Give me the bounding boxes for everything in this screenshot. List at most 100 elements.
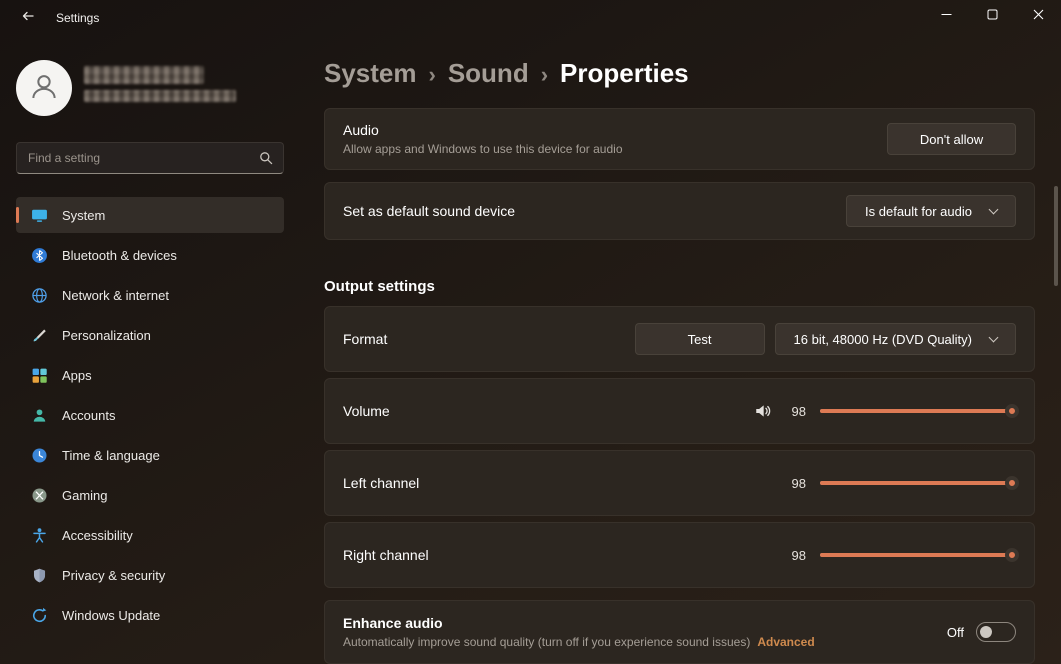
user-account-redacted: [84, 90, 236, 102]
output-settings-header: Output settings: [324, 278, 435, 295]
sidebar-item-windows-update[interactable]: Windows Update: [16, 597, 284, 633]
audio-card: Audio Allow apps and Windows to use this…: [324, 108, 1035, 170]
right-channel-card: Right channel 98: [324, 522, 1035, 588]
test-button[interactable]: Test: [635, 323, 765, 355]
minimize-button[interactable]: [923, 0, 969, 32]
xbox-icon: [30, 486, 48, 504]
page-title: Properties: [560, 58, 689, 89]
slider-thumb[interactable]: [1005, 476, 1019, 490]
audio-subtitle: Allow apps and Windows to use this devic…: [343, 142, 623, 156]
sidebar-item-accounts[interactable]: Accounts: [16, 397, 284, 433]
left-channel-value: 98: [784, 476, 806, 491]
apps-grid-icon: [30, 366, 48, 384]
default-device-dropdown[interactable]: Is default for audio: [846, 195, 1016, 227]
left-channel-title: Left channel: [343, 475, 419, 491]
user-avatar[interactable]: [16, 60, 72, 116]
sidebar-item-time-language[interactable]: Time & language: [16, 437, 284, 473]
right-channel-title: Right channel: [343, 547, 429, 563]
bluetooth-icon: [30, 246, 48, 264]
audio-title: Audio: [343, 122, 623, 138]
advanced-link[interactable]: Advanced: [757, 635, 814, 649]
clock-icon: [30, 446, 48, 464]
minimize-icon: [941, 7, 952, 25]
shield-icon: [30, 566, 48, 584]
sidebar-nav: System Bluetooth & devices Network & int…: [16, 197, 284, 637]
sidebar-item-privacy-security[interactable]: Privacy & security: [16, 557, 284, 593]
dont-allow-button[interactable]: Don't allow: [887, 123, 1016, 155]
left-channel-slider[interactable]: [820, 472, 1016, 494]
format-dropdown[interactable]: 16 bit, 48000 Hz (DVD Quality): [775, 323, 1016, 355]
search-icon[interactable]: [258, 150, 274, 171]
sidebar-item-bluetooth-devices[interactable]: Bluetooth & devices: [16, 237, 284, 273]
search-box: [16, 142, 284, 174]
format-title: Format: [343, 331, 387, 347]
sidebar-item-label: Time & language: [62, 448, 160, 463]
sidebar-item-label: Bluetooth & devices: [62, 248, 177, 263]
back-arrow-icon: [20, 8, 36, 29]
sidebar-item-label: Network & internet: [62, 288, 169, 303]
breadcrumb: System › Sound › Properties: [324, 58, 689, 89]
maximize-button[interactable]: [969, 0, 1015, 32]
slider-thumb[interactable]: [1005, 404, 1019, 418]
volume-slider[interactable]: [820, 400, 1016, 422]
user-name-redacted: [84, 66, 204, 84]
chevron-down-icon: [989, 332, 999, 342]
sidebar-item-label: Privacy & security: [62, 568, 165, 583]
sidebar-item-label: System: [62, 208, 105, 223]
right-channel-slider[interactable]: [820, 544, 1016, 566]
globe-icon: [30, 286, 48, 304]
search-input[interactable]: [17, 143, 283, 173]
settings-window: Settings: [0, 0, 1061, 664]
volume-title: Volume: [343, 403, 390, 419]
default-device-card: Set as default sound device Is default f…: [324, 182, 1035, 240]
maximize-icon: [987, 7, 998, 25]
close-button[interactable]: [1015, 0, 1061, 32]
right-channel-value: 98: [784, 548, 806, 563]
slider-track[interactable]: [820, 409, 1016, 413]
accessibility-person-icon: [30, 526, 48, 544]
format-card: Format Test 16 bit, 48000 Hz (DVD Qualit…: [324, 306, 1035, 372]
update-arrows-icon: [30, 606, 48, 624]
slider-track[interactable]: [820, 553, 1016, 557]
sidebar-item-gaming[interactable]: Gaming: [16, 477, 284, 513]
accounts-person-icon: [30, 406, 48, 424]
sidebar-item-label: Personalization: [62, 328, 151, 343]
format-value: 16 bit, 48000 Hz (DVD Quality): [794, 332, 972, 347]
default-device-title: Set as default sound device: [343, 203, 515, 219]
volume-value: 98: [784, 404, 806, 419]
sidebar-item-network-internet[interactable]: Network & internet: [16, 277, 284, 313]
breadcrumb-separator: ›: [541, 60, 548, 88]
breadcrumb-system[interactable]: System: [324, 58, 417, 89]
sidebar: System Bluetooth & devices Network & int…: [0, 36, 300, 664]
sidebar-item-label: Apps: [62, 368, 92, 383]
scrollbar-thumb[interactable]: [1054, 186, 1058, 286]
enhance-audio-title: Enhance audio: [343, 615, 815, 631]
enhance-toggle-label: Off: [947, 625, 964, 640]
enhance-audio-toggle[interactable]: [976, 622, 1016, 642]
enhance-audio-card: Enhance audio Automatically improve soun…: [324, 600, 1035, 664]
enhance-audio-subtitle: Automatically improve sound quality (tur…: [343, 635, 750, 649]
window-controls: [923, 0, 1061, 32]
sidebar-item-label: Accessibility: [62, 528, 133, 543]
person-icon: [27, 69, 61, 108]
slider-fill: [820, 481, 1012, 485]
default-device-value: Is default for audio: [865, 204, 972, 219]
sidebar-item-apps[interactable]: Apps: [16, 357, 284, 393]
sidebar-item-system[interactable]: System: [16, 197, 284, 233]
sidebar-item-accessibility[interactable]: Accessibility: [16, 517, 284, 553]
speaker-icon: [754, 402, 772, 420]
slider-track[interactable]: [820, 481, 1016, 485]
sidebar-item-label: Accounts: [62, 408, 115, 423]
paintbrush-icon: [30, 326, 48, 344]
system-icon: [30, 206, 48, 224]
left-channel-card: Left channel 98: [324, 450, 1035, 516]
sidebar-item-personalization[interactable]: Personalization: [16, 317, 284, 353]
sidebar-item-label: Windows Update: [62, 608, 160, 623]
toggle-knob: [980, 626, 992, 638]
slider-thumb[interactable]: [1005, 548, 1019, 562]
breadcrumb-sound[interactable]: Sound: [448, 58, 529, 89]
back-button[interactable]: [12, 6, 44, 30]
slider-fill: [820, 553, 1012, 557]
close-icon: [1033, 7, 1044, 25]
sidebar-item-label: Gaming: [62, 488, 108, 503]
